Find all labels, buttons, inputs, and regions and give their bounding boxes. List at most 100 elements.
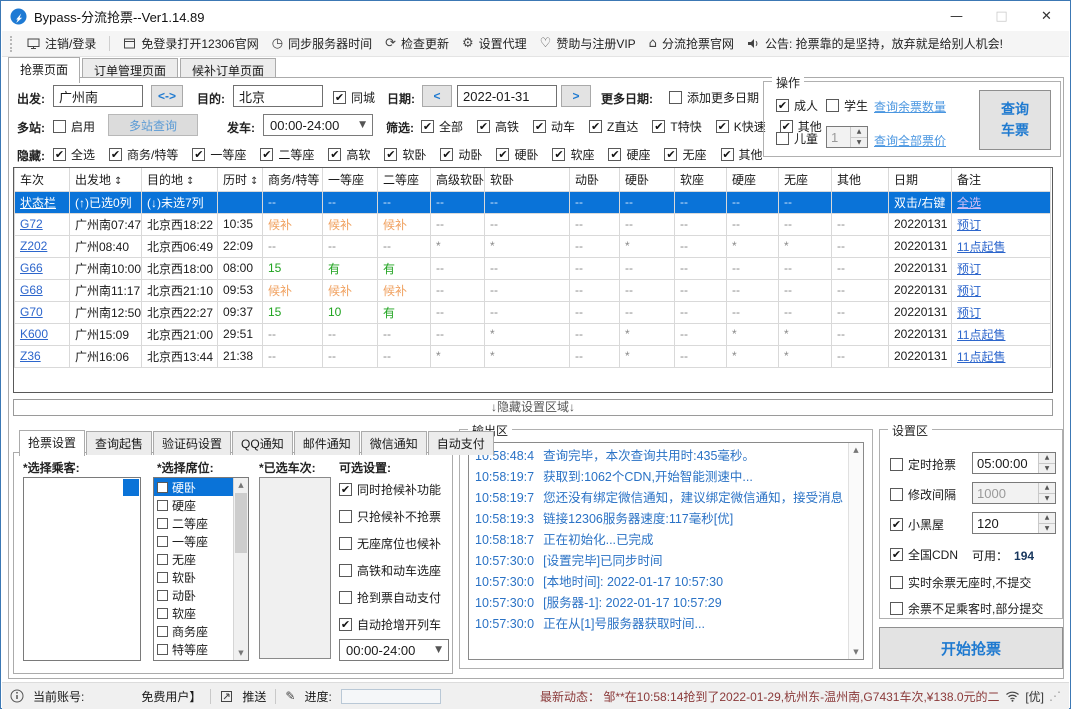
check-update-button[interactable]: ⟳ 检查更新 [385,35,449,52]
table-row-K600[interactable]: K600 广州15:09 北京西21:00 29:51 -- -- -- -- * -- * -- * *… [14,322,1051,346]
minimize-button[interactable]: — [934,2,979,31]
note-link[interactable]: 预订 [957,306,981,320]
column-header-硬卧[interactable]: 硬卧 [619,168,675,192]
column-header-历时[interactable]: 历时 ↕ [217,168,263,192]
column-header-软座[interactable]: 软座 [674,168,727,192]
passenger-list[interactable] [23,477,141,661]
filter-全部[interactable]: ✔ 全部 [421,118,463,135]
train-link[interactable]: G72 [20,217,43,231]
settings-tab-自动支付[interactable]: 自动支付 [427,431,494,455]
scroll-down-icon[interactable]: ▼ [849,645,863,659]
filter-Z直达[interactable]: ✔ Z直达 [589,118,638,135]
adult-checkbox[interactable]: ✔ 成人 [776,97,818,114]
train-link[interactable]: Z202 [20,239,47,253]
date-input[interactable]: 2022-01-31 [457,85,557,107]
hide-软座[interactable]: ✔ 软座 [552,146,594,163]
train-link[interactable]: Z36 [20,349,41,363]
option-只抢候补不抢票[interactable]: ✔ 只抢候补不抢票 [339,508,441,525]
stepper-arrows[interactable]: ▲ ▼ [1038,513,1055,533]
interval-stepper[interactable]: 1000 ▲ ▼ [972,482,1056,504]
filter-K快速[interactable]: ✔ K快速 [715,118,766,135]
depart-input[interactable]: 广州南 [53,85,143,107]
table-row-G66[interactable]: G66 广州南10:00 北京西18:00 08:00 15 有有 -- -- -- -- -- --… [14,256,1051,280]
close-button[interactable]: ✕ [1024,2,1069,31]
query-tickets-button[interactable]: 查询 车票 [979,90,1051,150]
train-link[interactable]: 状态栏 [20,196,56,210]
timed-grab-checkbox[interactable]: ✔ 定时抢票 [890,456,956,473]
filter-T特快[interactable]: ✔ T特快 [652,118,702,135]
filter-动车[interactable]: ✔ 动车 [533,118,575,135]
selected-trains-list[interactable] [259,477,331,659]
scroll-up-icon[interactable]: ▲ [849,443,863,457]
note-link[interactable]: 11点起售 [957,350,1005,364]
hide-硬座[interactable]: ✔ 硬座 [608,146,650,163]
sync-time-button[interactable]: ◷ 同步服务器时间 [272,35,372,52]
column-header-出发地[interactable]: 出发地 ↕ [69,168,142,192]
hide-无座[interactable]: ✔ 无座 [664,146,707,163]
column-header-车次[interactable]: 车次 [14,168,70,192]
hide-高软[interactable]: ✔ 高软 [328,146,370,163]
column-header-一等座[interactable]: 一等座 [322,168,378,192]
blackroom-stepper[interactable]: 120 ▲ ▼ [972,512,1056,534]
stepper-arrows[interactable]: ▲ ▼ [1038,453,1055,473]
no-seat-no-submit-checkbox[interactable]: ✔ 实时余票无座时,不提交 [890,574,1031,591]
column-header-硬座[interactable]: 硬座 [726,168,779,192]
settings-tab-验证码设置[interactable]: 验证码设置 [153,431,232,455]
partial-submit-checkbox[interactable]: ✔ 余票不足乘客时,部分提交 [890,600,1043,617]
start-grab-button[interactable]: 开始抢票 [879,627,1063,669]
hidden-settings-divider[interactable]: ↓隐藏设置区域↓ [13,399,1053,416]
column-header-目的地[interactable]: 目的地 ↕ [141,168,218,192]
column-header-无座[interactable]: 无座 [778,168,832,192]
open-12306-button[interactable]: 免登录打开12306官网 [123,35,259,52]
hide-动卧[interactable]: ✔ 动卧 [440,146,482,163]
output-log[interactable]: 10:58:48:4 查询完毕，本次查询共用时:435毫秒。 10:58:19:7 获… [468,442,864,660]
depart-time-select[interactable]: 00:00-24:00 ▼ [263,114,373,136]
note-link[interactable]: 全选 [957,196,981,210]
scroll-down-icon[interactable]: ▼ [234,646,248,660]
option-自动抢增开列车[interactable]: ✔ 自动抢增开列车 [339,616,441,633]
option-同时抢候补功能[interactable]: ✔ 同时抢候补功能 [339,481,441,498]
note-link[interactable]: 预订 [957,284,981,298]
dest-input[interactable]: 北京 [233,85,323,107]
scroll-up-icon[interactable]: ▲ [234,478,248,492]
table-row-G72[interactable]: G72 广州南07:47 北京西18:22 10:35 候补 候补 候补 -- -- -- -- --… [14,212,1051,236]
push-label[interactable]: 推送 [242,688,266,705]
option-高铁和动车选座[interactable]: ✔ 高铁和动车选座 [339,562,441,579]
hide-全选[interactable]: ✔ 全选 [53,146,95,163]
hide-软卧[interactable]: ✔ 软卧 [384,146,426,163]
table-row-G70[interactable]: G70 广州南12:50 北京西22:27 09:37 15 10 有 -- -- -- -- -- -… [14,300,1051,324]
official-site-button[interactable]: ⌂ 分流抢票官网 [649,35,734,52]
table-row-Z202[interactable]: Z202 广州08:40 北京西06:49 22:09 -- -- -- * * -- * -- * * -… [14,234,1051,258]
train-link[interactable]: G66 [20,261,43,275]
timed-grab-time-stepper[interactable]: 05:00:00 ▲ ▼ [972,452,1056,474]
column-header-备注[interactable]: 备注 [951,168,1051,192]
note-link[interactable]: 预订 [957,218,981,232]
column-header-软卧[interactable]: 软卧 [484,168,570,192]
column-header-日期[interactable]: 日期 [888,168,952,192]
logout-login-button[interactable]: 注销/登录 [27,35,96,52]
add-more-dates-checkbox[interactable]: ✔ 添加更多日期 [669,89,759,106]
national-cdn-checkbox[interactable]: ✔ 全国CDN [890,546,958,563]
tab-grab-page[interactable]: 抢票页面 [8,57,81,83]
log-scrollbar[interactable]: ▲ ▼ [848,443,863,659]
option-抢到票自动支付[interactable]: ✔ 抢到票自动支付 [339,589,441,606]
option-无座席位也候补[interactable]: ✔ 无座席位也候补 [339,535,441,552]
train-link[interactable]: K600 [20,327,48,341]
stepper-arrows[interactable]: ▲ ▼ [1038,483,1055,503]
resize-grip[interactable]: ⋰ [1049,689,1061,703]
query-all-prices-link[interactable]: 查询全部票价 [874,132,946,149]
modify-interval-checkbox[interactable]: ✔ 修改间隔 [890,486,956,503]
same-city-checkbox[interactable]: ✔ 同城 [333,89,375,106]
table-row-Z36[interactable]: Z36 广州16:06 北京西13:44 21:38 -- -- -- * * -- * -- * * --… [14,344,1051,368]
table-row-状态栏[interactable]: 状态栏 (↑)已选0列 (↓)未选7列 -- -- -- -- -- -- -- -- -- -- 双击/… [14,190,1051,214]
filter-高铁[interactable]: ✔ 高铁 [477,118,519,135]
train-link[interactable]: G70 [20,305,43,319]
table-row-G68[interactable]: G68 广州南11:17 北京西21:10 09:53 候补 候补 候补 -- -- -- -- --… [14,278,1051,302]
student-checkbox[interactable]: ✔ 学生 [826,97,868,114]
enable-multi-checkbox[interactable]: ✔ 启用 [53,118,95,135]
note-link[interactable]: 11点起售 [957,328,1005,342]
settings-tab-邮件通知[interactable]: 邮件通知 [293,431,360,455]
next-date-button[interactable]: > [561,85,591,107]
grab-time-range-select[interactable]: 00:00-24:00 ▼ [339,639,449,661]
seat-list-scrollbar[interactable]: ▲ ▼ [233,478,248,660]
